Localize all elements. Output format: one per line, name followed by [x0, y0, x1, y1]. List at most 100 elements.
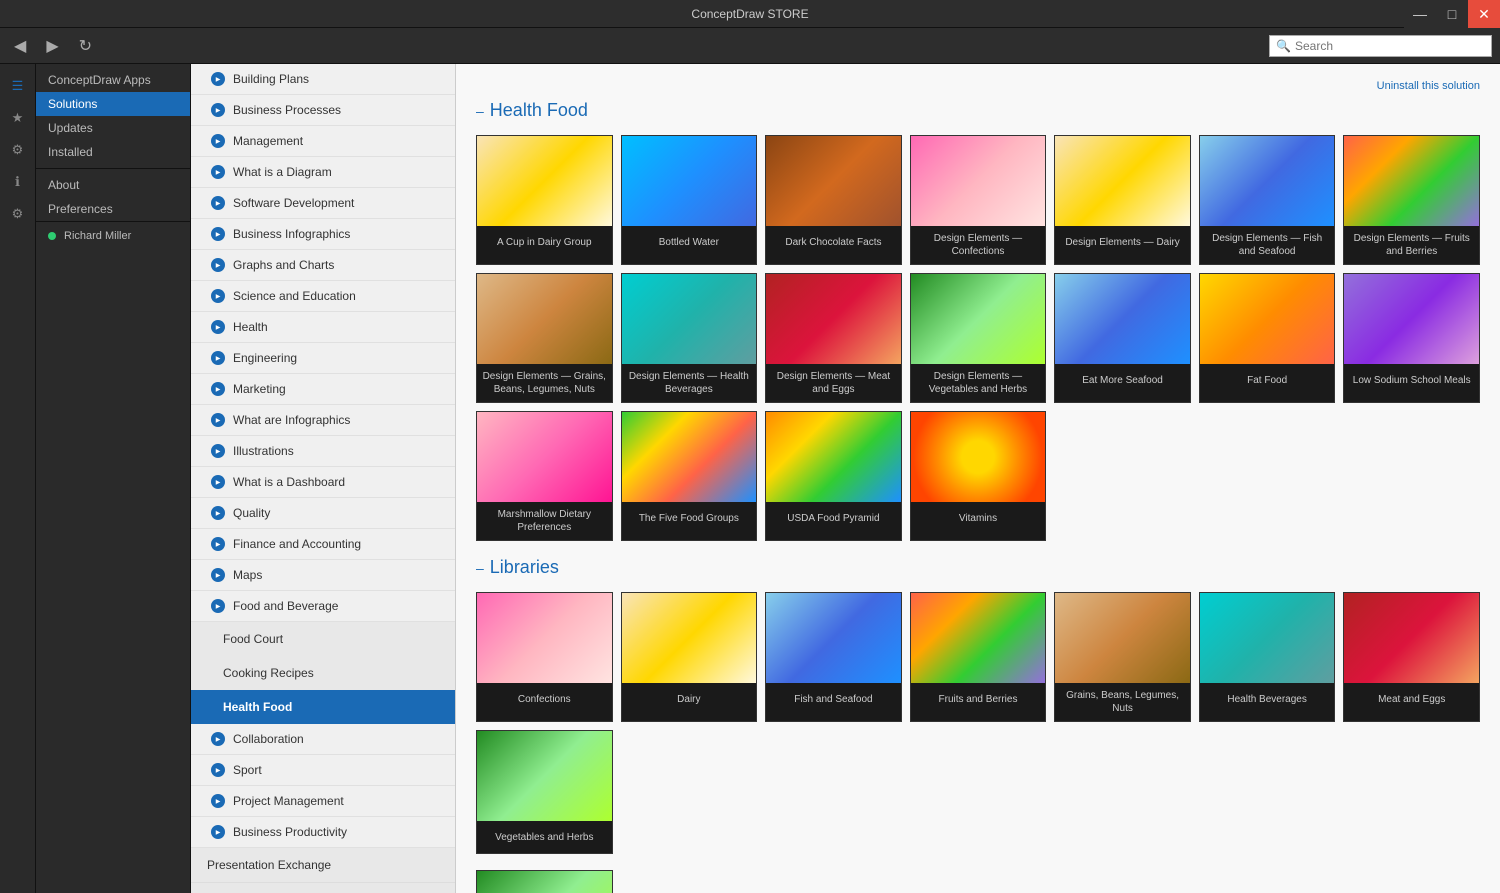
- lib-card-fruits-berries[interactable]: Fruits and Berries: [910, 592, 1047, 722]
- nav-item-software-dev[interactable]: Software Development: [191, 188, 455, 219]
- solutions-icon[interactable]: ☰: [4, 72, 32, 100]
- card-low-sodium[interactable]: Low Sodium School Meals: [1343, 273, 1480, 403]
- card-usda-pyramid[interactable]: USDA Food Pyramid: [765, 411, 902, 541]
- card-marshmallow[interactable]: Marshmallow Dietary Preferences: [476, 411, 613, 541]
- card-design-confections[interactable]: Design Elements — Confections: [910, 135, 1047, 265]
- nav-item-business-processes[interactable]: Business Processes: [191, 95, 455, 126]
- nav-item-engineering[interactable]: Engineering: [191, 343, 455, 374]
- card-design-grains[interactable]: Design Elements — Grains, Beans, Legumes…: [476, 273, 613, 403]
- nav-item-quality[interactable]: Quality: [191, 498, 455, 529]
- nav-item-collaboration[interactable]: Collaboration: [191, 724, 455, 755]
- card-image: [477, 731, 612, 821]
- nav-subitem-cooking-recipes[interactable]: Cooking Recipes: [191, 656, 455, 690]
- nav-item-label: Food Court: [223, 632, 283, 646]
- nav-item-label: Marketing: [233, 382, 286, 396]
- nav-item-label: Finance and Accounting: [233, 537, 361, 551]
- maximize-button[interactable]: □: [1436, 0, 1468, 28]
- nav-group-word-exchange[interactable]: Word Exchange: [191, 883, 455, 893]
- nav-item-business-productivity[interactable]: Business Productivity: [191, 817, 455, 848]
- close-button[interactable]: ✕: [1468, 0, 1500, 28]
- card-thumbnail: [622, 593, 757, 683]
- sidebar-item-solutions[interactable]: Solutions: [36, 92, 190, 116]
- forward-button[interactable]: ▶: [40, 34, 64, 58]
- nav-item-finance[interactable]: Finance and Accounting: [191, 529, 455, 560]
- card-vitamins[interactable]: Vitamins: [910, 411, 1047, 541]
- nav-group-presentation-exchange[interactable]: Presentation Exchange: [191, 848, 455, 883]
- nav-item-building-plans[interactable]: Building Plans: [191, 64, 455, 95]
- card-label: Vitamins: [911, 502, 1046, 534]
- lib-card-meat-eggs[interactable]: Meat and Eggs: [1343, 592, 1480, 722]
- nav-item-what-is-diagram[interactable]: What is a Diagram: [191, 157, 455, 188]
- nav-subitem-food-court[interactable]: Food Court: [191, 622, 455, 656]
- card-thumbnail: [1200, 274, 1335, 364]
- card-dairy-cup[interactable]: A Cup in Dairy Group: [476, 135, 613, 265]
- nav-bullet-icon: [211, 413, 225, 427]
- nav-item-maps[interactable]: Maps: [191, 560, 455, 591]
- card-eat-more-seafood[interactable]: Eat More Seafood: [1054, 273, 1191, 403]
- sidebar-item-label: Preferences: [48, 202, 113, 216]
- card-dark-chocolate[interactable]: Dark Chocolate Facts: [765, 135, 902, 265]
- refresh-button[interactable]: ↻: [73, 34, 98, 58]
- nav-item-food-beverage[interactable]: Food and Beverage: [191, 591, 455, 622]
- sidebar-item-updates[interactable]: Updates: [36, 116, 190, 140]
- section-toggle-libraries[interactable]: –: [476, 560, 484, 576]
- nav-item-business-infographics[interactable]: Business Infographics: [191, 219, 455, 250]
- nav-item-label: Illustrations: [233, 444, 294, 458]
- lib-card-grains[interactable]: Grains, Beans, Legumes, Nuts: [1054, 592, 1191, 722]
- card-label: Design Elements — Dairy: [1055, 226, 1190, 258]
- nav-item-illustrations[interactable]: Illustrations: [191, 436, 455, 467]
- back-button[interactable]: ◀: [8, 34, 32, 58]
- window-controls: — □ ✕: [1404, 0, 1500, 28]
- card-label: Marshmallow Dietary Preferences: [477, 502, 612, 540]
- nav-item-what-is-dashboard[interactable]: What is a Dashboard: [191, 467, 455, 498]
- sidebar-item-installed[interactable]: Installed: [36, 140, 190, 164]
- card-image: [766, 593, 901, 683]
- lib-card-extra[interactable]: Vegetables and Herbs: [476, 870, 613, 893]
- lib-card-vegetables-herbs[interactable]: Vegetables and Herbs: [476, 730, 613, 854]
- info-icon[interactable]: ℹ: [4, 168, 32, 196]
- lib-card-confections[interactable]: Confections: [476, 592, 613, 722]
- card-design-fish-seafood[interactable]: Design Elements — Fish and Seafood: [1199, 135, 1336, 265]
- lib-card-dairy[interactable]: Dairy: [621, 592, 758, 722]
- nav-subitem-health-food[interactable]: Health Food: [191, 690, 455, 724]
- nav-item-what-are-infographics[interactable]: What are Infographics: [191, 405, 455, 436]
- star-icon[interactable]: ★: [4, 104, 32, 132]
- nav-item-marketing[interactable]: Marketing: [191, 374, 455, 405]
- sidebar-divider: [36, 168, 190, 169]
- nav-item-science-education[interactable]: Science and Education: [191, 281, 455, 312]
- sidebar-item-about[interactable]: About: [36, 173, 190, 197]
- user-icon[interactable]: ⚙: [4, 136, 32, 164]
- card-bottled-water[interactable]: Bottled Water: [621, 135, 758, 265]
- card-design-fruits-berries[interactable]: Design Elements — Fruits and Berries: [1343, 135, 1480, 265]
- nav-item-label: Health: [233, 320, 268, 334]
- card-label: Confections: [477, 683, 612, 715]
- card-design-dairy[interactable]: Design Elements — Dairy: [1054, 135, 1191, 265]
- card-design-vegetables-herbs[interactable]: Design Elements — Vegetables and Herbs: [910, 273, 1047, 403]
- lib-card-fish-seafood[interactable]: Fish and Seafood: [765, 592, 902, 722]
- card-design-meat-eggs[interactable]: Design Elements — Meat and Eggs: [765, 273, 902, 403]
- minimize-button[interactable]: —: [1404, 0, 1436, 28]
- sidebar-item-apps[interactable]: ConceptDraw Apps: [36, 68, 190, 92]
- lib-card-health-beverages[interactable]: Health Beverages: [1199, 592, 1336, 722]
- card-thumbnail: [911, 136, 1046, 226]
- card-fat-food[interactable]: Fat Food: [1199, 273, 1336, 403]
- card-label: USDA Food Pyramid: [766, 502, 901, 534]
- card-image: [477, 274, 612, 364]
- nav-item-project-management[interactable]: Project Management: [191, 786, 455, 817]
- search-input[interactable]: [1295, 39, 1485, 53]
- nav-item-health[interactable]: Health: [191, 312, 455, 343]
- card-label: Vegetables and Herbs: [477, 821, 612, 853]
- section-toggle-health-food[interactable]: –: [476, 103, 484, 119]
- title-bar: ConceptDraw STORE — □ ✕: [0, 0, 1500, 28]
- user-profile[interactable]: Richard Miller: [36, 221, 190, 250]
- nav-item-management[interactable]: Management: [191, 126, 455, 157]
- sidebar-item-preferences[interactable]: Preferences: [36, 197, 190, 221]
- nav-item-label: Quality: [233, 506, 270, 520]
- nav-item-sport[interactable]: Sport: [191, 755, 455, 786]
- gear-icon[interactable]: ⚙: [4, 200, 32, 228]
- card-design-health-beverages[interactable]: Design Elements — Health Beverages: [621, 273, 758, 403]
- nav-item-graphs-charts[interactable]: Graphs and Charts: [191, 250, 455, 281]
- nav-bullet-icon: [211, 196, 225, 210]
- card-five-food-groups[interactable]: The Five Food Groups: [621, 411, 758, 541]
- uninstall-link[interactable]: Uninstall this solution: [476, 80, 1480, 92]
